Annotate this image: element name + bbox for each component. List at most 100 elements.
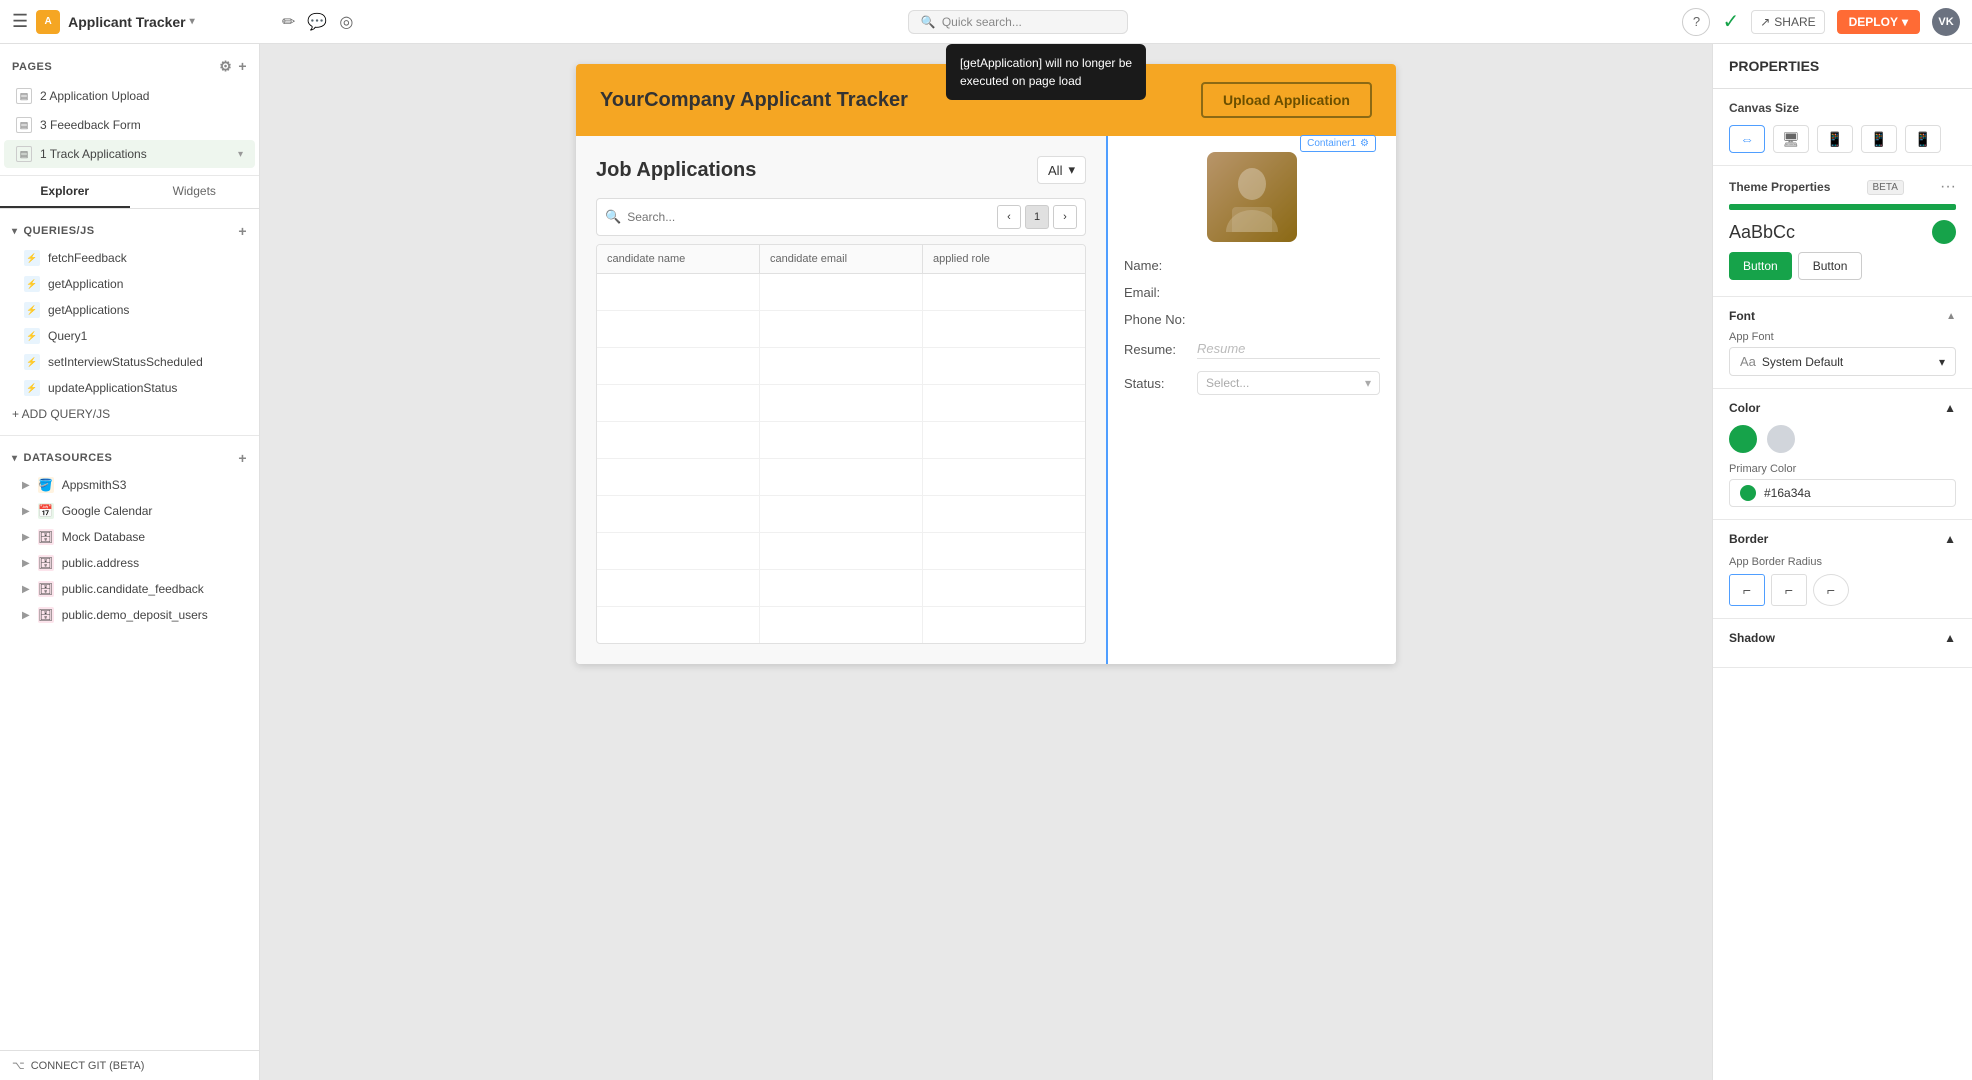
query-icon: ⚡ (24, 328, 40, 344)
table-row[interactable] (597, 422, 1085, 459)
border-radius-options: ⌐ ⌐ ⌐ (1729, 574, 1956, 606)
font-collapse-icon[interactable]: ▲ (1946, 311, 1956, 322)
add-page-icon[interactable]: + (238, 58, 247, 75)
properties-header: PROPERTIES (1713, 44, 1972, 89)
canvas-size-mobile[interactable]: 📱 (1905, 125, 1941, 153)
theme-filled-button[interactable]: Button (1729, 252, 1792, 280)
datasources-section: ▾ DATASOURCES + ▶ 🪣 AppsmithS3 ▶ 📅 Googl… (0, 436, 259, 1050)
color-swatch-gray[interactable] (1767, 425, 1795, 453)
border-radius-large[interactable]: ⌐ (1813, 574, 1849, 606)
sidebar-item-feedback-form[interactable]: ▤ 3 Feeedback Form (4, 111, 255, 139)
canvas-size-tablet-small[interactable]: 📱 (1861, 125, 1897, 153)
table-row[interactable] (597, 348, 1085, 385)
datasource-mock-database[interactable]: ▶ 🗄 Mock Database (0, 524, 259, 550)
add-query-button[interactable]: + ADD QUERY/JS (0, 401, 259, 427)
add-datasource-icon[interactable]: + (238, 450, 247, 466)
border-radius-none[interactable]: ⌐ (1729, 574, 1765, 606)
tab-widgets[interactable]: Widgets (130, 176, 260, 208)
query-getApplications[interactable]: ⚡ getApplications (0, 297, 259, 323)
table-filter-dropdown[interactable]: All ▾ (1037, 156, 1086, 184)
theme-outline-button[interactable]: Button (1798, 252, 1863, 280)
font-select-dropdown[interactable]: Aa System Default ▾ (1729, 347, 1956, 376)
pages-header-actions[interactable]: ⚙ + (219, 58, 247, 75)
theme-button-preview: Button Button (1729, 252, 1956, 280)
ds-expand-icon[interactable]: ▶ (22, 584, 30, 595)
table-cell (597, 422, 760, 458)
table-row[interactable] (597, 274, 1085, 311)
border-radius-small[interactable]: ⌐ (1771, 574, 1807, 606)
color-collapse-icon[interactable]: ▲ (1944, 401, 1956, 415)
shadow-collapse-icon[interactable]: ▲ (1944, 631, 1956, 645)
shadow-section-title: Shadow ▲ (1729, 631, 1956, 645)
preview-icon[interactable]: ◎ (339, 12, 353, 32)
canvas-size-fluid[interactable]: ⇔ (1729, 125, 1765, 153)
edit-icon[interactable]: ✏ (282, 12, 295, 32)
table-cell (923, 607, 1085, 643)
track-app-chevron-icon: ▾ (238, 149, 243, 160)
deploy-chevron-icon: ▾ (1902, 15, 1908, 29)
table-row[interactable] (597, 459, 1085, 496)
ds-icon: 🗄 (38, 581, 54, 597)
theme-more-button[interactable]: ··· (1940, 178, 1956, 196)
table-search-input[interactable] (627, 210, 827, 224)
table-row[interactable] (597, 607, 1085, 643)
current-page: 1 (1025, 205, 1049, 229)
app-title-label: Applicant Tracker ▾ (68, 14, 195, 30)
tab-explorer[interactable]: Explorer (0, 176, 130, 208)
datasources-expand-icon[interactable]: ▾ (12, 453, 18, 464)
table-row[interactable] (597, 311, 1085, 348)
datasources-header: ▾ DATASOURCES + (0, 444, 259, 472)
table-row[interactable] (597, 496, 1085, 533)
quick-search-bar[interactable]: 🔍 Quick search... (908, 10, 1128, 34)
query-setInterviewStatusScheduled[interactable]: ⚡ setInterviewStatusScheduled (0, 349, 259, 375)
upload-application-button[interactable]: Upload Application (1201, 82, 1372, 118)
datasource-public-demo-deposit-users[interactable]: ▶ 🗄 public.demo_deposit_users (0, 602, 259, 628)
border-collapse-icon[interactable]: ▲ (1944, 532, 1956, 546)
status-select[interactable]: Select... ▾ (1197, 371, 1380, 395)
sidebar-item-application-upload[interactable]: ▤ 2 Application Upload (4, 82, 255, 110)
datasource-google-calendar[interactable]: ▶ 📅 Google Calendar (0, 498, 259, 524)
table-cell (760, 422, 923, 458)
canvas-scroll[interactable]: YourCompany Applicant Tracker Upload App… (260, 44, 1712, 1080)
table-cell (923, 348, 1085, 384)
comment-icon[interactable]: 💬 (307, 12, 327, 32)
ds-expand-icon[interactable]: ▶ (22, 610, 30, 621)
next-page-button[interactable]: › (1053, 205, 1077, 229)
canvas-size-tablet[interactable]: 📱 (1817, 125, 1853, 153)
datasource-appsmithS3[interactable]: ▶ 🪣 AppsmithS3 (0, 472, 259, 498)
hamburger-icon[interactable]: ☰ (12, 11, 28, 32)
primary-color-dot (1740, 485, 1756, 501)
border-section-title: Border ▲ (1729, 532, 1956, 546)
deploy-button[interactable]: DEPLOY ▾ (1837, 10, 1920, 34)
ds-expand-icon[interactable]: ▶ (22, 558, 30, 569)
add-query-icon[interactable]: + (238, 223, 247, 239)
color-swatch-green[interactable] (1729, 425, 1757, 453)
settings-icon[interactable]: ⚙ (219, 58, 232, 75)
query-Query1[interactable]: ⚡ Query1 (0, 323, 259, 349)
queries-expand-icon[interactable]: ▾ (12, 226, 18, 237)
ds-expand-icon[interactable]: ▶ (22, 480, 30, 491)
status-chevron-icon: ▾ (1365, 376, 1371, 390)
ds-expand-icon[interactable]: ▶ (22, 532, 30, 543)
connect-git-button[interactable]: ⌥ CONNECT GIT (BETA) (0, 1050, 259, 1080)
app-title-chevron-icon[interactable]: ▾ (190, 16, 195, 27)
share-button[interactable]: ↗ SHARE (1751, 10, 1824, 34)
ds-expand-icon[interactable]: ▶ (22, 506, 30, 517)
user-avatar[interactable]: VK (1932, 8, 1960, 36)
sidebar-item-track-applications[interactable]: ▤ 1 Track Applications ▾ (4, 140, 255, 168)
ds-icon: 📅 (38, 503, 54, 519)
canvas-size-desktop[interactable]: 🖥 (1773, 125, 1809, 153)
table-row[interactable] (597, 533, 1085, 570)
query-fetchFeedback[interactable]: ⚡ fetchFeedback (0, 245, 259, 271)
table-row[interactable] (597, 570, 1085, 607)
help-button[interactable]: ? (1682, 8, 1710, 36)
prev-page-button[interactable]: ‹ (997, 205, 1021, 229)
container-settings-icon[interactable]: ⚙ (1360, 138, 1369, 149)
primary-color-picker[interactable]: #16a34a (1729, 479, 1956, 507)
datasource-public-address[interactable]: ▶ 🗄 public.address (0, 550, 259, 576)
table-row[interactable] (597, 385, 1085, 422)
query-getApplication[interactable]: ⚡ getApplication (0, 271, 259, 297)
table-cell (923, 459, 1085, 495)
query-updateApplicationStatus[interactable]: ⚡ updateApplicationStatus (0, 375, 259, 401)
datasource-public-candidate-feedback[interactable]: ▶ 🗄 public.candidate_feedback (0, 576, 259, 602)
